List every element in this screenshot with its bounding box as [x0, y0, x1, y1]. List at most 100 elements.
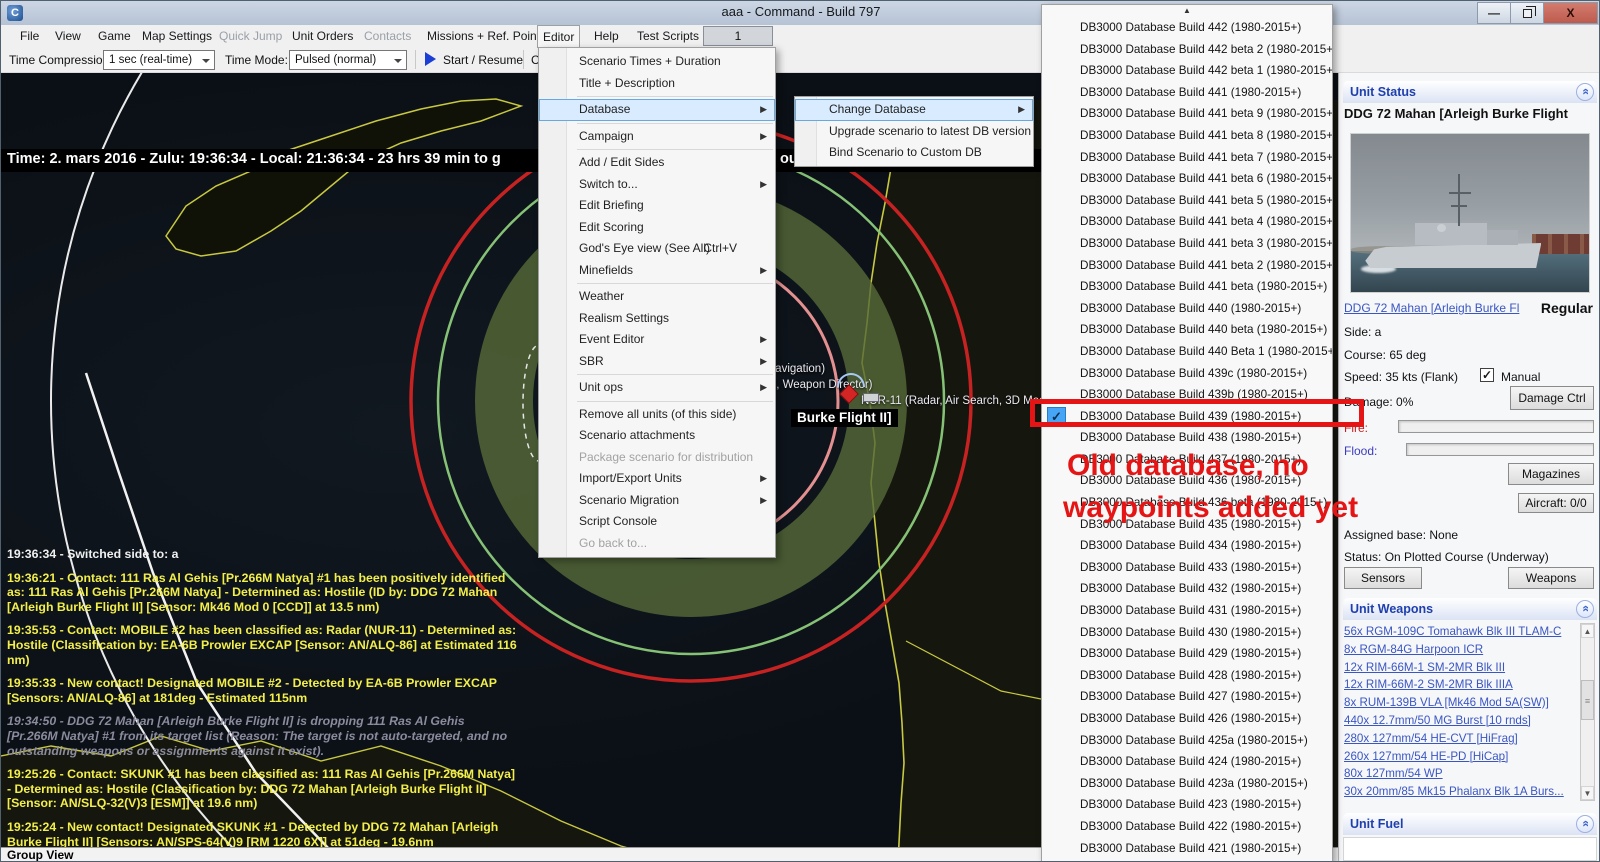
db-list-item[interactable]: DB3000 Database Build 441 beta 2 (1980-2… — [1042, 255, 1332, 277]
unit-weapons-header[interactable]: Unit Weapons » — [1343, 598, 1597, 620]
unit-link[interactable]: DDG 72 Mahan [Arleigh Burke Fl — [1344, 301, 1519, 315]
menu-item-file[interactable]: File — [15, 25, 44, 47]
db-list-item[interactable]: DB3000 Database Build 422 (1980-2015+) — [1042, 816, 1332, 838]
time-mode-select[interactable]: Pulsed (normal) — [289, 50, 407, 70]
menu-item-unit-orders[interactable]: Unit Orders — [287, 25, 358, 47]
burke-group-label[interactable]: Burke Flight II] — [791, 409, 898, 427]
menu-item-view[interactable]: View — [50, 25, 86, 47]
weapon-link[interactable]: 8x RUM-139B VLA [Mk46 Mod 5A(SW)] — [1344, 694, 1578, 712]
weapon-link[interactable]: 12x RIM-66M-1 SM-2MR Blk III — [1344, 659, 1578, 677]
db-list-item[interactable]: DB3000 Database Build 429 (1980-2015+) — [1042, 643, 1332, 665]
unit-status-header[interactable]: Unit Status » — [1343, 81, 1597, 103]
editor-menu-item-unit-ops[interactable]: Unit ops ▶ — [539, 377, 775, 399]
db-list-item[interactable]: DB3000 Database Build 440 beta (1980-201… — [1042, 319, 1332, 341]
sensors-button[interactable]: Sensors — [1344, 567, 1422, 589]
editor-menu-item-sbr[interactable]: SBR ▶ — [539, 351, 775, 373]
db-list-item[interactable]: DB3000 Database Build 441 beta 9 (1980-2… — [1042, 103, 1332, 125]
weapon-link[interactable]: 80x 127mm/54 WP — [1344, 765, 1578, 783]
editor-menu-item-title-description[interactable]: Title + Description — [539, 73, 775, 95]
db-list-item[interactable]: DB3000 Database Build 441 beta 3 (1980-2… — [1042, 233, 1332, 255]
editor-menu-item-import-export-units[interactable]: Import/Export Units ▶ — [539, 468, 775, 490]
scroll-up-icon[interactable]: ▲ — [1042, 5, 1332, 17]
db-list-item[interactable]: DB3000 Database Build 441 beta 8 (1980-2… — [1042, 125, 1332, 147]
menu-item-help[interactable]: Help — [589, 25, 624, 47]
menu-item-test-scripts[interactable]: Test Scripts — [632, 25, 704, 47]
db-list-item[interactable]: DB3000 Database Build 431 (1980-2015+) — [1042, 600, 1332, 622]
db-list-item[interactable]: DB3000 Database Build 433 (1980-2015+) — [1042, 557, 1332, 579]
editor-menu-item-switch-to-[interactable]: Switch to... ▶ — [539, 174, 775, 196]
db-list-item[interactable]: DB3000 Database Build 441 beta 7 (1980-2… — [1042, 147, 1332, 169]
db-list-item[interactable]: DB3000 Database Build 434 (1980-2015+) — [1042, 535, 1332, 557]
editor-menu-item-add-edit-sides[interactable]: Add / Edit Sides — [539, 152, 775, 174]
editor-menu-item-event-editor[interactable]: Event Editor ▶ — [539, 329, 775, 351]
db-list-item[interactable]: DB3000 Database Build 442 beta 1 (1980-2… — [1042, 60, 1332, 82]
db-list-item[interactable]: DB3000 Database Build 441 beta 4 (1980-2… — [1042, 211, 1332, 233]
magazines-button[interactable]: Magazines — [1508, 463, 1594, 485]
db-list-item[interactable]: DB3000 Database Build 424 (1980-2015+) — [1042, 751, 1332, 773]
weapon-link[interactable]: 12x RIM-66M-2 SM-2MR Blk IIIA — [1344, 676, 1578, 694]
menu-item-game[interactable]: Game — [93, 25, 136, 47]
weapon-link[interactable]: 30x 20mm/85 Mk15 Phalanx Blk 1A Burs... — [1344, 783, 1578, 801]
editor-menu-item-realism-settings[interactable]: Realism Settings — [539, 308, 775, 330]
weapon-link[interactable]: 440x 12.7mm/50 MG Burst [10 rnds] — [1344, 712, 1578, 730]
editor-menu-item-scenario-migration[interactable]: Scenario Migration ▶ — [539, 490, 775, 512]
weapon-link[interactable]: 56x RGM-109C Tomahawk Blk III TLAM-C — [1344, 623, 1578, 641]
time-compression-select[interactable]: 1 sec (real-time) — [103, 50, 215, 70]
weapon-link[interactable]: 280x 127mm/54 HE-CVT [HiFrag] — [1344, 730, 1578, 748]
minimize-button[interactable]: — — [1477, 2, 1511, 24]
db-list-item[interactable]: DB3000 Database Build 442 (1980-2015+) — [1042, 17, 1332, 39]
manual-speed-checkbox[interactable]: ✓ — [1480, 368, 1494, 382]
db-list-item[interactable]: DB3000 Database Build 432 (1980-2015+) — [1042, 578, 1332, 600]
unit-fuel-header[interactable]: Unit Fuel » — [1343, 813, 1597, 835]
weapon-link[interactable]: 260x 127mm/54 HE-PD [HiCap] — [1344, 748, 1578, 766]
db-list-item[interactable]: DB3000 Database Build 430 (1980-2015+) — [1042, 622, 1332, 644]
editor-menu-item-campaign[interactable]: Campaign ▶ — [539, 126, 775, 148]
editor-menu-item-remove-all-units-of-this-side-[interactable]: Remove all units (of this side) — [539, 404, 775, 426]
db-list-item[interactable]: DB3000 Database Build 427 (1980-2015+) — [1042, 686, 1332, 708]
db-list-item[interactable]: DB3000 Database Build 423a (1980-2015+) — [1042, 773, 1332, 795]
db-list-item[interactable]: DB3000 Database Build 441 beta (1980-201… — [1042, 276, 1332, 298]
start-resume-button[interactable]: Start / Resume — [443, 53, 523, 67]
editor-menu-item-scenario-attachments[interactable]: Scenario attachments — [539, 425, 775, 447]
db-list-item[interactable]: DB3000 Database Build 441 beta 6 (1980-2… — [1042, 168, 1332, 190]
db-list-item[interactable]: DB3000 Database Build 426 (1980-2015+) — [1042, 708, 1332, 730]
db-list-item[interactable]: DB3000 Database Build 441 (1980-2015+) — [1042, 82, 1332, 104]
menu-item-map-settings[interactable]: Map Settings — [137, 25, 217, 47]
weapon-link[interactable]: 8x RGM-84G Harpoon ICR — [1344, 641, 1578, 659]
db-list-item[interactable]: DB3000 Database Build 428 (1980-2015+) — [1042, 665, 1332, 687]
editor-menu-item-weather[interactable]: Weather — [539, 286, 775, 308]
editor-menu-item-scenario-times-duration[interactable]: Scenario Times + Duration — [539, 51, 775, 73]
db-list-item[interactable]: DB3000 Database Build 440 (1980-2015+) — [1042, 298, 1332, 320]
chevron-up-icon[interactable]: » — [1576, 815, 1594, 833]
editor-menu-item-script-console[interactable]: Script Console — [539, 511, 775, 533]
editor-menu-item-database[interactable]: Database ▶ — [539, 99, 775, 121]
chevron-up-icon[interactable]: » — [1576, 600, 1594, 618]
contact-box-icon[interactable] — [863, 393, 879, 402]
db-list-item[interactable]: DB3000 Database Build 421 (1980-2015+) — [1042, 838, 1332, 860]
db-list-item[interactable]: DB3000 Database Build 441 beta 5 (1980-2… — [1042, 190, 1332, 212]
aircraft-button[interactable]: Aircraft: 0/0 — [1518, 493, 1594, 513]
scroll-down-icon[interactable]: ▼ — [1581, 786, 1594, 800]
editor-menu-item-minefields[interactable]: Minefields ▶ — [539, 260, 775, 282]
restore-button[interactable] — [1510, 2, 1544, 24]
weapons-scrollbar[interactable]: ▲ ≡ ▼ — [1580, 623, 1595, 801]
db-list-item[interactable]: DB3000 Database Build 440 Beta 1 (1980-2… — [1042, 341, 1332, 363]
close-button[interactable]: X — [1543, 2, 1598, 24]
editor-menu-item-god-s-eye-view-see-all-[interactable]: God's Eye view (See All) Ctrl+V — [539, 238, 775, 260]
menu-extra-button[interactable]: 1 — [703, 26, 773, 46]
db-list-item[interactable]: DB3000 Database Build 423 (1980-2015+) — [1042, 794, 1332, 816]
menu-item-editor[interactable]: Editor — [537, 25, 581, 48]
db-list-item[interactable]: DB3000 Database Build 442 beta 2 (1980-2… — [1042, 39, 1332, 61]
database-submenu-item-change-database[interactable]: Change Database ▶ — [795, 99, 1033, 121]
editor-menu-item-edit-scoring[interactable]: Edit Scoring — [539, 217, 775, 239]
db-list-item[interactable]: DB3000 Database Build 425a (1980-2015+) — [1042, 730, 1332, 752]
db-list-item[interactable]: DB3000 Database Build 438 (1980-2015+) — [1042, 427, 1332, 449]
database-submenu-item-upgrade-scenario-to-latest-db-version[interactable]: Upgrade scenario to latest DB version — [795, 121, 1033, 143]
damage-ctrl-button[interactable]: Damage Ctrl — [1510, 386, 1594, 410]
scroll-thumb[interactable]: ≡ — [1581, 680, 1594, 720]
scroll-up-icon[interactable]: ▲ — [1581, 624, 1594, 638]
database-submenu-item-bind-scenario-to-custom-db[interactable]: Bind Scenario to Custom DB — [795, 142, 1033, 164]
chevron-up-icon[interactable]: » — [1576, 83, 1594, 101]
menu-item-missions-ref-points[interactable]: Missions + Ref. Points — [422, 25, 551, 47]
weapons-button[interactable]: Weapons — [1508, 567, 1594, 589]
